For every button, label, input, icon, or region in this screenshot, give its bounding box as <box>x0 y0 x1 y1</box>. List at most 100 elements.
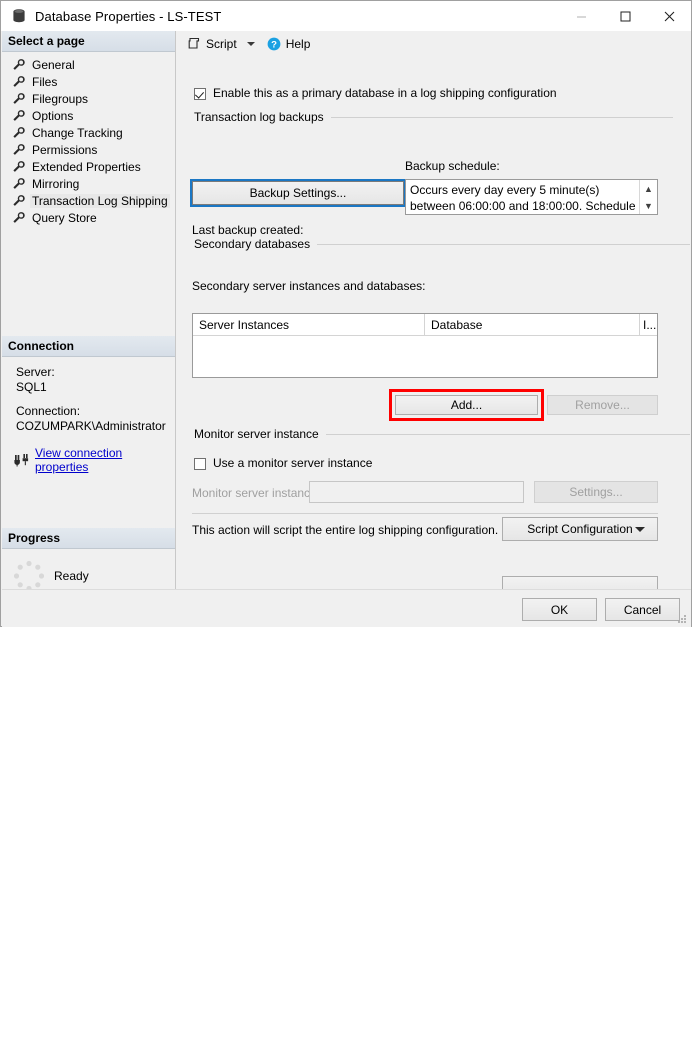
main-panel: Script ? Help Enable this as a primary d… <box>177 31 692 600</box>
sidebar-item-mirroring[interactable]: Mirroring <box>2 175 175 192</box>
sidebar-item-label: Mirroring <box>32 176 80 191</box>
group-divider <box>330 116 673 118</box>
sidebar-item-label: Options <box>32 108 74 123</box>
group-label-text: Monitor server instance <box>194 427 319 441</box>
scroll-down-icon[interactable]: ▼ <box>640 197 657 214</box>
wrench-icon <box>13 93 25 104</box>
script-configuration-button-main[interactable]: Script Configuration <box>502 517 658 541</box>
connection-body: Server: SQL1 Connection: COZUMPARK\Admin… <box>2 357 175 480</box>
monitor-instance-input <box>309 481 524 503</box>
monitor-instance-label: Monitor server instance <box>192 486 317 500</box>
secondary-databases-grid[interactable]: Server Instances Database I... <box>192 313 658 378</box>
enable-primary-label: Enable this as a primary database in a l… <box>213 86 557 100</box>
sidebar: Select a page General Files Filegroups O… <box>2 31 176 592</box>
backup-schedule-scrollbar[interactable]: ▲ ▼ <box>639 180 657 214</box>
wrench-icon <box>13 127 25 138</box>
sidebar-item-label: Change Tracking <box>32 125 123 140</box>
secondary-databases-group-label: Secondary databases <box>177 237 692 251</box>
view-connection-properties-row[interactable]: View connection properties <box>2 446 175 474</box>
add-button[interactable]: Add... <box>395 395 538 415</box>
close-icon <box>664 11 674 21</box>
settings-content: Enable this as a primary database in a l… <box>177 65 692 600</box>
backup-schedule-label: Backup schedule: <box>405 159 500 173</box>
dialog-footer: OK Cancel <box>2 589 691 627</box>
group-divider <box>325 433 690 435</box>
sidebar-item-filegroups[interactable]: Filegroups <box>2 90 175 107</box>
scroll-up-icon[interactable]: ▲ <box>640 180 657 197</box>
sidebar-item-permissions[interactable]: Permissions <box>2 141 175 158</box>
wrench-icon <box>13 195 25 206</box>
monitor-server-group-label: Monitor server instance <box>177 427 692 441</box>
wrench-icon <box>13 161 25 172</box>
minimize-icon <box>576 16 586 17</box>
select-page-header: Select a page <box>2 31 175 52</box>
sidebar-item-files[interactable]: Files <box>2 73 175 90</box>
last-backup-created-label: Last backup created: <box>192 223 304 237</box>
script-note: This action will script the entire log s… <box>192 523 499 537</box>
script-configuration-label: Script Configuration <box>527 522 633 536</box>
enable-primary-row[interactable]: Enable this as a primary database in a l… <box>177 65 691 100</box>
close-button[interactable] <box>647 1 691 31</box>
sidebar-item-label: Transaction Log Shipping <box>30 193 170 208</box>
sidebar-item-options[interactable]: Options <box>2 107 175 124</box>
view-connection-properties-link[interactable]: View connection properties <box>35 446 175 474</box>
grid-header-row: Server Instances Database I... <box>193 314 657 336</box>
chevron-down-icon[interactable] <box>635 527 645 532</box>
script-button[interactable]: Script <box>183 33 241 55</box>
window-title: Database Properties - LS-TEST <box>35 8 222 24</box>
progress-status: Ready <box>54 569 89 583</box>
transaction-log-backups-group-label: Transaction log backups <box>177 110 691 124</box>
use-monitor-label: Use a monitor server instance <box>213 456 373 470</box>
connection-plug-icon <box>14 454 29 467</box>
connection-value: COZUMPARK\Administrator <box>16 419 166 433</box>
wrench-icon <box>13 212 25 223</box>
database-properties-window: Database Properties - LS-TEST Select a p… <box>0 0 692 627</box>
backup-settings-button[interactable]: Backup Settings... <box>190 179 406 207</box>
server-value: SQL1 <box>16 380 47 394</box>
connection-header: Connection <box>2 336 175 357</box>
help-icon: ? <box>267 37 281 51</box>
sidebar-item-label: Permissions <box>32 142 98 157</box>
sidebar-item-change-tracking[interactable]: Change Tracking <box>2 124 175 141</box>
backup-schedule-box[interactable]: Occurs every day every 5 minute(s) betwe… <box>405 179 658 215</box>
sidebar-item-label: Query Store <box>32 210 97 225</box>
sidebar-item-label: Files <box>32 74 58 89</box>
chevron-down-icon[interactable] <box>246 42 255 46</box>
resize-grip-icon[interactable] <box>676 613 688 625</box>
use-monitor-checkbox[interactable] <box>194 458 206 470</box>
use-monitor-row[interactable]: Use a monitor server instance <box>177 457 372 470</box>
sidebar-item-label: General <box>32 57 75 72</box>
wrench-icon <box>13 110 25 121</box>
help-button[interactable]: ? Help <box>263 33 315 55</box>
sidebar-item-extended-properties[interactable]: Extended Properties <box>2 158 175 175</box>
minimize-button[interactable] <box>559 1 603 31</box>
enable-primary-checkbox[interactable] <box>194 88 206 100</box>
cancel-button[interactable]: Cancel <box>605 598 680 621</box>
column-header-server-instances[interactable]: Server Instances <box>193 314 425 335</box>
maximize-button[interactable] <box>603 1 647 31</box>
server-label: Server: <box>16 365 55 379</box>
progress-body: Ready <box>2 549 175 593</box>
database-icon <box>13 9 25 23</box>
secondary-list-label: Secondary server instances and databases… <box>192 279 426 293</box>
sidebar-item-general[interactable]: General <box>2 56 175 73</box>
sidebar-item-transaction-log-shipping[interactable]: Transaction Log Shipping <box>2 192 175 209</box>
group-label-text: Secondary databases <box>194 237 311 251</box>
script-icon <box>188 37 200 49</box>
maximize-icon <box>620 11 630 21</box>
remove-button: Remove... <box>547 395 658 415</box>
svg-text:?: ? <box>271 40 277 51</box>
wrench-icon <box>13 178 25 189</box>
wrench-icon <box>13 76 25 87</box>
column-header-initialize[interactable]: I... <box>640 314 657 335</box>
ok-button[interactable]: OK <box>522 598 597 621</box>
connection-label: Connection: <box>16 404 81 418</box>
sidebar-item-label: Filegroups <box>32 91 89 106</box>
column-header-database[interactable]: Database <box>425 314 640 335</box>
footer-divider <box>192 513 658 514</box>
window-controls <box>559 1 691 31</box>
wrench-icon <box>13 144 25 155</box>
toolbar: Script ? Help <box>177 31 691 57</box>
sidebar-item-query-store[interactable]: Query Store <box>2 209 175 226</box>
